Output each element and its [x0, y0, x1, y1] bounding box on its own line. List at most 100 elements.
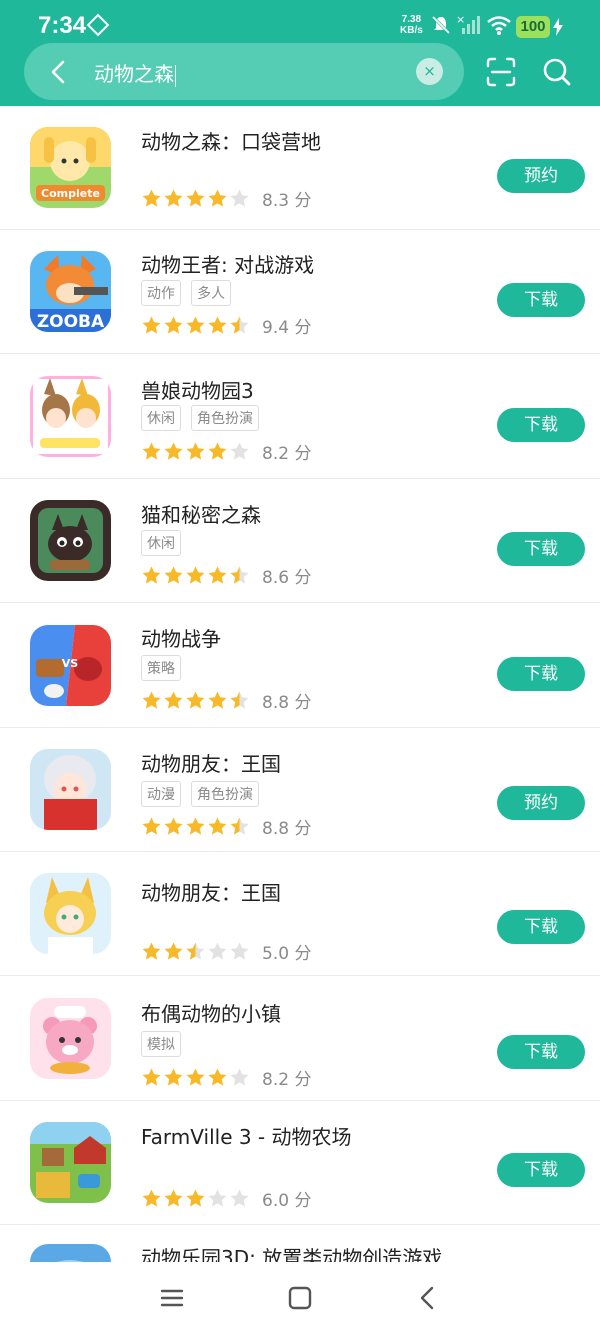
download-button[interactable]: 下载: [497, 910, 585, 944]
list-item[interactable]: Complete 动物之森：口袋营地 8.3 分 预约: [0, 106, 600, 230]
header: 7:34 7.38 KB/s × 100 动物之森 ×: [0, 0, 600, 106]
tag-list: 动漫 角色扮演: [141, 781, 259, 807]
app-icon-zooba: ZOOBA: [30, 251, 111, 332]
download-button[interactable]: 下载: [497, 1035, 585, 1069]
tag: 角色扮演: [191, 405, 259, 431]
star-full-icon: [142, 316, 161, 334]
rating-score: 9.4 分: [262, 318, 312, 338]
star-rating: [141, 816, 250, 837]
home-icon[interactable]: [286, 1284, 314, 1312]
app-icon-cat-forest: [30, 500, 111, 581]
tag: 多人: [191, 280, 231, 306]
app-title[interactable]: 布偶动物的小镇: [141, 998, 281, 1027]
app-title[interactable]: 猫和秘密之森: [141, 499, 261, 528]
icon-caption: VS: [62, 657, 79, 670]
sync-icon: [86, 13, 110, 37]
star-rating: [141, 188, 250, 209]
app-title[interactable]: FarmVille 3 - 动物农场: [141, 1121, 352, 1150]
tag-list: 模拟: [141, 1031, 181, 1057]
rating-score: 8.2 分: [262, 444, 312, 464]
star-empty-icon: [230, 1189, 249, 1207]
list-item[interactable]: 布偶动物的小镇 模拟 8.2 分 下载: [0, 977, 600, 1101]
list-item[interactable]: 猫和秘密之森 休闲 8.6 分 下载: [0, 479, 600, 603]
list-item[interactable]: 动物乐园3D: 放置类动物创造游戏: [0, 1226, 600, 1262]
clear-search-button[interactable]: ×: [416, 58, 443, 85]
star-full-icon: [142, 566, 161, 584]
network-speed-value: 7.38: [401, 14, 422, 25]
star-rating: [141, 315, 250, 336]
star-half-icon: [230, 691, 249, 709]
rating-score: 5.0 分: [262, 944, 312, 964]
star-full-icon: [208, 316, 227, 334]
status-bar: 7:34 7.38 KB/s × 100: [0, 0, 600, 44]
search-input[interactable]: 动物之森: [94, 58, 176, 87]
app-title[interactable]: 兽娘动物园3: [141, 375, 254, 404]
list-item[interactable]: ZOOBA 动物王者: 对战游戏 动作 多人 9.4 分 下载: [0, 230, 600, 354]
search-results-list[interactable]: Complete 动物之森：口袋营地 8.3 分 预约 ZOOBA 动物王者: …: [0, 106, 600, 1262]
star-full-icon: [164, 442, 183, 460]
star-full-icon: [164, 942, 183, 960]
app-icon-animal-war: VS: [30, 625, 111, 706]
download-button[interactable]: 下载: [497, 532, 585, 566]
rating: 8.8 分: [141, 814, 311, 839]
reserve-button[interactable]: 预约: [497, 786, 585, 820]
rating: 6.0 分: [141, 1186, 311, 1211]
rating-score: 6.0 分: [262, 1191, 312, 1211]
tag: 休闲: [141, 530, 181, 556]
star-empty-icon: [230, 1068, 249, 1086]
download-button[interactable]: 下载: [497, 283, 585, 317]
search-icon[interactable]: [540, 55, 574, 89]
star-rating: [141, 441, 250, 462]
list-item[interactable]: 动物朋友：王国 5.0 分 下载: [0, 852, 600, 976]
app-title[interactable]: 动物朋友：王国: [141, 748, 281, 777]
app-title[interactable]: 动物之森：口袋营地: [141, 126, 321, 155]
list-item[interactable]: VS 动物战争 策略 8.8 分 下载: [0, 604, 600, 728]
star-half-icon: [230, 316, 249, 334]
app-title[interactable]: 动物战争: [141, 623, 221, 652]
rating-score: 8.6 分: [262, 568, 312, 588]
reserve-button[interactable]: 预约: [497, 159, 585, 193]
tag: 策略: [141, 655, 181, 681]
network-speed-unit: KB/s: [400, 25, 423, 36]
star-full-icon: [164, 817, 183, 835]
star-rating: [141, 1067, 250, 1088]
download-button[interactable]: 下载: [497, 657, 585, 691]
star-rating: [141, 565, 250, 586]
app-icon-kemono-friends-kingdom: [30, 749, 111, 830]
star-empty-icon: [230, 189, 249, 207]
app-title[interactable]: 动物乐园3D: 放置类动物创造游戏: [141, 1242, 442, 1262]
scan-icon[interactable]: [484, 55, 518, 89]
menu-icon[interactable]: [158, 1284, 186, 1312]
app-icon-animal-crossing: Complete: [30, 127, 111, 208]
star-full-icon: [208, 691, 227, 709]
signal-icon: ×: [456, 14, 480, 34]
wifi-icon: [487, 16, 511, 35]
app-title[interactable]: 动物朋友：王国: [141, 877, 281, 906]
star-full-icon: [142, 817, 161, 835]
star-full-icon: [208, 817, 227, 835]
tag: 动作: [141, 280, 181, 306]
download-button[interactable]: 下载: [497, 408, 585, 442]
status-time: 7:34: [38, 12, 87, 39]
nav-back-icon[interactable]: [414, 1284, 442, 1312]
search-bar[interactable]: 动物之森 ×: [24, 43, 464, 100]
star-half-icon: [230, 817, 249, 835]
app-icon-serval: [30, 873, 111, 954]
rating-score: 8.8 分: [262, 819, 312, 839]
list-item[interactable]: 兽娘动物园3 休闲 角色扮演 8.2 分 下载: [0, 355, 600, 479]
tag-list: 休闲 角色扮演: [141, 405, 259, 431]
back-arrow-icon[interactable]: [44, 57, 74, 87]
rating: 8.2 分: [141, 439, 311, 464]
tag: 动漫: [141, 781, 181, 807]
star-empty-icon: [208, 942, 227, 960]
app-icon-farmville: [30, 1122, 111, 1203]
star-rating: [141, 690, 250, 711]
app-icon-animal-park-3d: [30, 1244, 111, 1262]
list-item[interactable]: FarmVille 3 - 动物农场 6.0 分 下载: [0, 1101, 600, 1225]
tag-list: 动作 多人: [141, 280, 231, 306]
tag-list: 休闲: [141, 530, 181, 556]
download-button[interactable]: 下载: [497, 1153, 585, 1187]
star-empty-icon: [208, 1189, 227, 1207]
list-item[interactable]: 动物朋友：王国 动漫 角色扮演 8.8 分 预约: [0, 728, 600, 852]
app-title[interactable]: 动物王者: 对战游戏: [141, 249, 314, 278]
